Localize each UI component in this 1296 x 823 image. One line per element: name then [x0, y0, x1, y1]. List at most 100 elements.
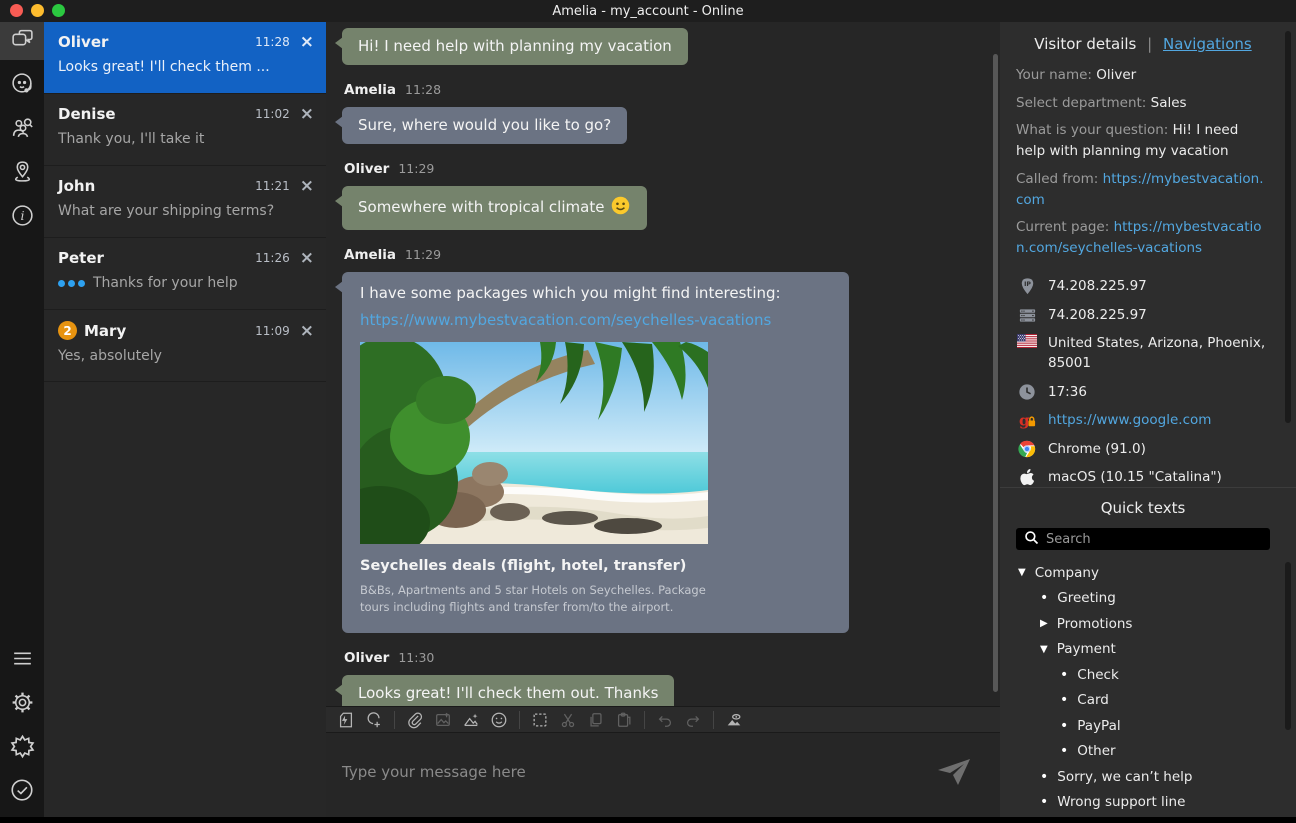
chat-preview: Thanks for your help: [58, 275, 314, 291]
navigations-tab[interactable]: Navigations: [1163, 35, 1252, 53]
maximize-window-button[interactable]: [52, 4, 65, 17]
hamburger-menu-icon: [10, 646, 35, 675]
info-browser: Chrome (91.0): [1016, 439, 1270, 459]
undo-icon[interactable]: [653, 709, 677, 731]
title-bar: Amelia - my_account - Online: [0, 0, 1296, 22]
google-referrer-icon: g: [1016, 410, 1038, 430]
chat-time: 11:02: [255, 107, 290, 121]
tree-node-other[interactable]: •Other: [1016, 739, 1270, 765]
expanded-triangle-icon: ▼: [1018, 567, 1026, 578]
search-input[interactable]: [1046, 532, 1262, 547]
quick-texts-scrollbar[interactable]: [1285, 562, 1291, 730]
window-bottom-edge: [0, 817, 1296, 823]
field-current-page: Current page: https://mybestvacation.com…: [1016, 217, 1270, 259]
upload-image-icon[interactable]: [431, 709, 455, 731]
quick-texts-search[interactable]: [1016, 528, 1270, 550]
composer: [326, 733, 1000, 817]
chat-time: 11:28: [255, 35, 290, 49]
redo-icon[interactable]: [681, 709, 705, 731]
chrome-icon: [1016, 439, 1038, 458]
field-your-name: Your name: Oliver: [1016, 65, 1270, 86]
rail-settings-button[interactable]: [0, 685, 44, 723]
tree-node-sorry[interactable]: •Sorry, we can’t help: [1016, 764, 1270, 790]
online-check-icon: [9, 777, 35, 807]
message-author-label: Oliver11:29: [344, 161, 976, 177]
visitor-details-tab[interactable]: Visitor details: [1034, 35, 1136, 53]
visitor-details-section: Visitor details | Navigations Your name:…: [1000, 22, 1296, 488]
chat-list-item-john[interactable]: John 11:21 × What are your shipping term…: [44, 166, 326, 238]
rail-map-button[interactable]: [0, 154, 44, 192]
tree-node-wrong-support-line[interactable]: •Wrong support line: [1016, 790, 1270, 816]
chat-name: Peter: [58, 249, 104, 267]
chat-list-item-oliver[interactable]: Oliver 11:28 × Looks great! I'll check t…: [44, 22, 326, 94]
composer-toolbar: [326, 706, 1000, 733]
vacation-link[interactable]: https://www.mybestvacation.com/seychelle…: [360, 311, 831, 329]
clock-icon: [1016, 382, 1038, 401]
close-chat-icon[interactable]: ×: [300, 35, 314, 49]
chat-name: Mary: [84, 322, 126, 340]
field-department: Select department: Sales: [1016, 93, 1270, 114]
insert-image-icon[interactable]: [459, 709, 483, 731]
close-window-button[interactable]: [10, 4, 23, 17]
collapsed-triangle-icon: ▶: [1040, 618, 1048, 629]
info-referrer: g https://www.google.com: [1016, 410, 1270, 430]
search-icon: [1024, 530, 1039, 549]
rail-menu-button[interactable]: [0, 641, 44, 679]
emoji-icon[interactable]: [487, 709, 511, 731]
chat-list-item-mary[interactable]: 2 Mary 11:09 × Yes, absolutely: [44, 310, 326, 382]
rail-status-button[interactable]: [0, 773, 44, 811]
visitor-message-bubble: Looks great! I'll check them out. Thanks: [342, 675, 674, 707]
minimize-window-button[interactable]: [31, 4, 44, 17]
message-input[interactable]: [326, 733, 1000, 817]
tree-node-check[interactable]: •Check: [1016, 662, 1270, 688]
chat-preview: What are your shipping terms?: [58, 203, 314, 219]
chat-list-item-peter[interactable]: Peter 11:26 × Thanks for your help: [44, 238, 326, 310]
details-scrollbar[interactable]: [1285, 31, 1291, 423]
rail-info-button[interactable]: i: [0, 198, 44, 236]
app-window: Amelia - my_account - Online: [0, 0, 1296, 823]
unread-count-badge: 2: [58, 321, 77, 340]
chat-list-item-denise[interactable]: Denise 11:02 × Thank you, I'll take it: [44, 94, 326, 166]
us-flag-icon: [1016, 333, 1038, 348]
close-chat-icon[interactable]: ×: [300, 251, 314, 265]
copy-icon[interactable]: [584, 709, 608, 731]
svg-text:i: i: [20, 208, 24, 223]
close-chat-icon[interactable]: ×: [300, 107, 314, 121]
insert-quick-text-icon[interactable]: [334, 709, 358, 731]
visitors-search-icon: [10, 115, 35, 144]
rail-notifications-button[interactable]: [0, 729, 44, 767]
close-chat-icon[interactable]: ×: [300, 324, 314, 338]
info-local-time: 17:36: [1016, 382, 1270, 402]
rail-visitors-button[interactable]: [0, 110, 44, 148]
rail-chats-button[interactable]: [0, 22, 44, 60]
smiley-emoji-icon: [610, 195, 631, 220]
cut-icon[interactable]: [556, 709, 580, 731]
attach-file-icon[interactable]: [403, 709, 427, 731]
screenshot-icon[interactable]: [722, 709, 746, 731]
tree-node-paypal[interactable]: •PayPal: [1016, 713, 1270, 739]
tree-node-payment[interactable]: ▼Payment: [1016, 637, 1270, 663]
chat-time: 11:26: [255, 251, 290, 265]
tree-node-card[interactable]: •Card: [1016, 688, 1270, 714]
info-host: 74.208.225.97: [1016, 305, 1270, 325]
tree-node-promotions[interactable]: ▶Promotions: [1016, 611, 1270, 637]
tree-node-greeting[interactable]: •Greeting: [1016, 586, 1270, 612]
paste-icon[interactable]: [612, 709, 636, 731]
rail-agent-button[interactable]: [0, 66, 44, 104]
referrer-link[interactable]: https://www.google.com: [1048, 410, 1211, 430]
tree-node-company[interactable]: ▼Company: [1016, 560, 1270, 586]
message-author-label: Amelia11:28: [344, 82, 976, 98]
select-all-icon[interactable]: [528, 709, 552, 731]
send-message-icon[interactable]: [936, 757, 972, 791]
info-ip: IP 74.208.225.97: [1016, 276, 1270, 296]
field-question: What is your question: Hi! I need help w…: [1016, 120, 1270, 162]
chat-scrollbar[interactable]: [993, 54, 998, 692]
add-tag-icon[interactable]: [362, 709, 386, 731]
message-author-label: Oliver11:30: [344, 650, 976, 666]
link-card-title: Seychelles deals (flight, hotel, transfe…: [360, 558, 831, 574]
message-author-label: Amelia11:29: [344, 247, 976, 263]
quick-texts-section: Quick texts ▼Company •Greeting ▶Promotio…: [1000, 488, 1296, 817]
close-chat-icon[interactable]: ×: [300, 179, 314, 193]
chat-bubbles-icon: [10, 27, 35, 56]
info-icon: i: [10, 203, 35, 232]
